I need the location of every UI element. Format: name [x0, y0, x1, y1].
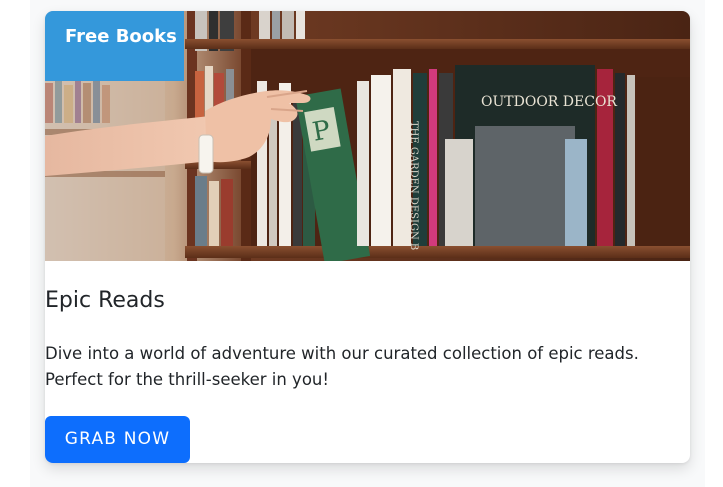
grab-now-button[interactable]: GRAB NOW [45, 416, 190, 463]
card-title: Epic Reads [45, 288, 165, 313]
free-books-badge: Free Books [45, 11, 184, 81]
book-spine-text: OUTDOOR DECOR [481, 94, 617, 110]
product-card: P OUTDOOR DECOR THE GARDEN DESIGN B Free… [45, 11, 690, 463]
card-description: Dive into a world of adventure with our … [45, 344, 639, 389]
card-image: P OUTDOOR DECOR THE GARDEN DESIGN B Free… [45, 11, 690, 261]
card-body: Epic Reads Dive into a world of adventur… [45, 261, 690, 393]
book-spine-text: THE GARDEN DESIGN B [408, 121, 419, 250]
